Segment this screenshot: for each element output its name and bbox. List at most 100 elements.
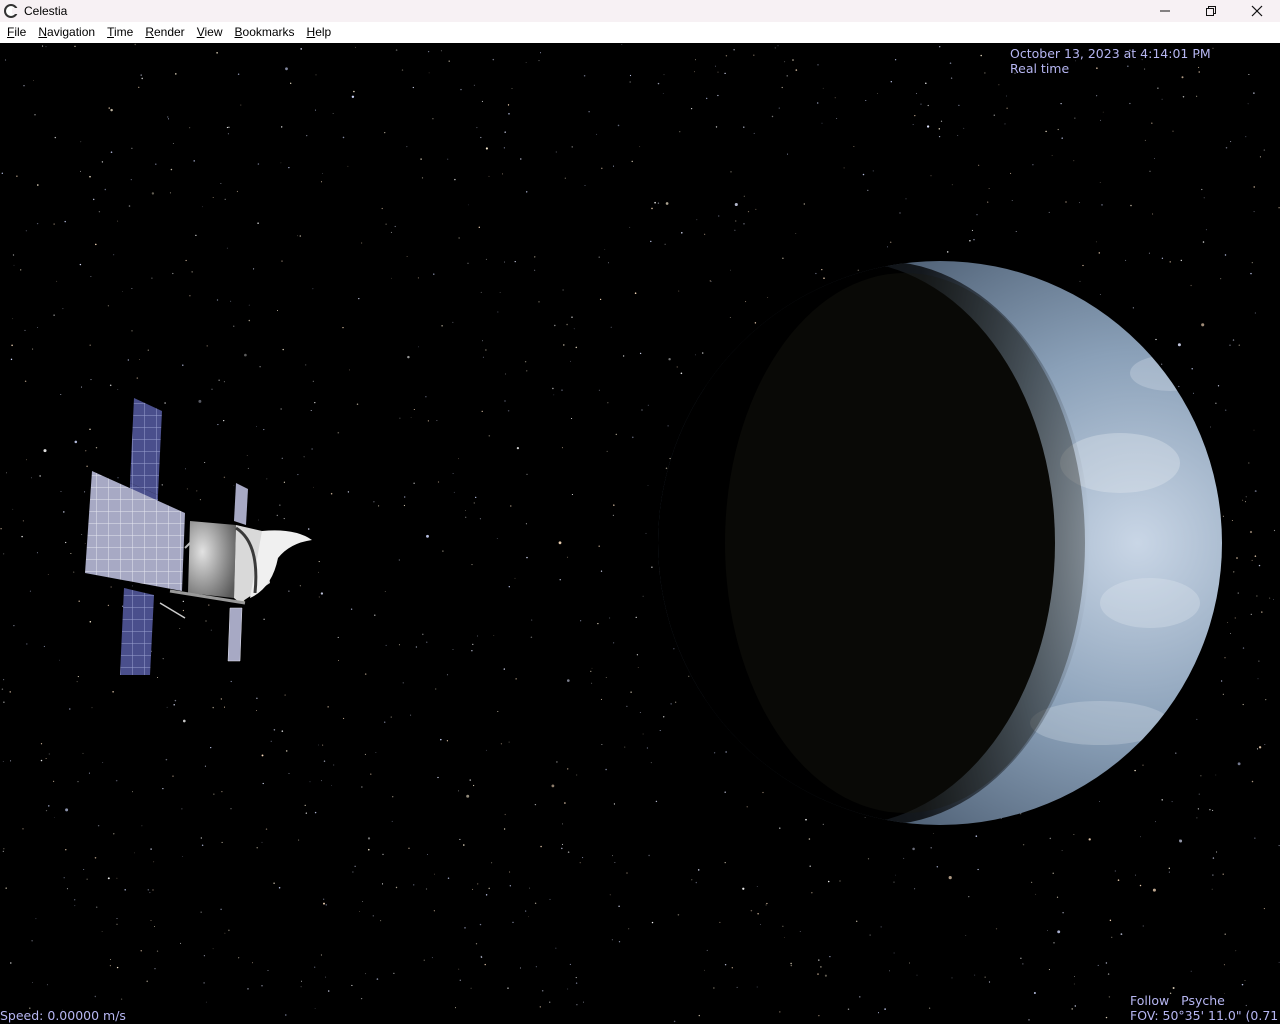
menu-view[interactable]: View bbox=[192, 22, 228, 43]
star bbox=[1172, 987, 1175, 989]
star bbox=[642, 733, 644, 735]
planet-body bbox=[658, 261, 1222, 825]
star bbox=[485, 349, 487, 351]
star bbox=[551, 784, 555, 788]
star bbox=[337, 636, 339, 638]
star bbox=[916, 974, 918, 976]
star bbox=[938, 128, 941, 130]
menu-file[interactable]: File bbox=[2, 22, 31, 43]
star bbox=[914, 888, 916, 890]
star bbox=[766, 902, 768, 905]
star bbox=[493, 635, 495, 636]
star bbox=[481, 340, 484, 342]
star bbox=[1216, 851, 1218, 853]
star bbox=[669, 457, 671, 460]
star bbox=[131, 288, 133, 289]
star bbox=[695, 881, 697, 884]
render-viewport[interactable]: October 13, 2023 at 4:14:01 PM Real time… bbox=[0, 43, 1280, 1024]
star bbox=[570, 360, 571, 362]
star bbox=[1212, 47, 1214, 49]
star bbox=[206, 345, 208, 347]
star bbox=[204, 765, 206, 767]
star bbox=[1181, 76, 1184, 79]
star bbox=[1099, 801, 1100, 802]
star bbox=[601, 167, 603, 170]
star bbox=[980, 54, 982, 57]
menu-bookmarks[interactable]: Bookmarks bbox=[230, 22, 300, 43]
star bbox=[988, 187, 990, 189]
star bbox=[30, 477, 33, 479]
star bbox=[1209, 808, 1211, 811]
star bbox=[410, 417, 412, 418]
star bbox=[504, 131, 506, 133]
maximize-button[interactable] bbox=[1188, 0, 1234, 22]
star bbox=[182, 856, 184, 857]
star bbox=[458, 458, 459, 460]
star bbox=[654, 201, 656, 204]
star bbox=[472, 643, 474, 646]
star bbox=[730, 171, 732, 173]
menu-render[interactable]: Render bbox=[140, 22, 189, 43]
hud-follow-target: Follow Psyche bbox=[1130, 993, 1225, 1008]
star bbox=[1211, 888, 1213, 890]
star bbox=[1062, 912, 1064, 914]
star bbox=[1006, 107, 1008, 109]
star bbox=[1212, 809, 1214, 811]
star bbox=[893, 952, 895, 954]
star bbox=[226, 247, 228, 249]
star bbox=[759, 923, 761, 925]
star bbox=[613, 165, 614, 167]
star bbox=[196, 490, 198, 492]
star bbox=[283, 518, 285, 520]
star bbox=[821, 122, 823, 124]
star bbox=[520, 158, 522, 160]
star bbox=[1148, 252, 1150, 254]
menu-navigation[interactable]: Navigation bbox=[33, 22, 100, 43]
menu-render-label: ender bbox=[153, 25, 185, 39]
star bbox=[333, 764, 335, 766]
star bbox=[478, 226, 480, 228]
star bbox=[1111, 936, 1113, 938]
star bbox=[347, 491, 350, 493]
star bbox=[305, 364, 307, 366]
star bbox=[170, 168, 173, 171]
star bbox=[155, 163, 157, 165]
star bbox=[1032, 164, 1034, 166]
star bbox=[64, 220, 66, 223]
star bbox=[650, 240, 652, 243]
star bbox=[435, 688, 437, 690]
star bbox=[230, 300, 232, 302]
star bbox=[719, 921, 721, 923]
star bbox=[598, 545, 600, 547]
menu-help[interactable]: Help bbox=[302, 22, 337, 43]
close-button[interactable] bbox=[1234, 0, 1280, 22]
star bbox=[556, 761, 558, 763]
star bbox=[865, 100, 867, 101]
star bbox=[534, 902, 537, 904]
star bbox=[263, 429, 265, 431]
star bbox=[1180, 259, 1182, 262]
menu-time-label: ime bbox=[113, 25, 134, 39]
star bbox=[320, 592, 324, 595]
star bbox=[500, 743, 503, 745]
star bbox=[247, 988, 249, 990]
star bbox=[1022, 844, 1025, 846]
star bbox=[538, 60, 540, 62]
star bbox=[1051, 155, 1053, 156]
star bbox=[895, 874, 896, 876]
star bbox=[765, 904, 767, 906]
star bbox=[729, 317, 731, 318]
star bbox=[618, 941, 621, 943]
star bbox=[646, 747, 648, 749]
star bbox=[166, 706, 168, 708]
star bbox=[817, 102, 819, 104]
star bbox=[1168, 871, 1170, 873]
star bbox=[315, 74, 317, 76]
menu-time[interactable]: Time bbox=[102, 22, 138, 43]
star bbox=[1238, 344, 1241, 346]
star bbox=[1079, 280, 1081, 282]
star bbox=[45, 758, 47, 760]
minimize-button[interactable] bbox=[1142, 0, 1188, 22]
star bbox=[657, 202, 660, 204]
star bbox=[40, 759, 43, 762]
